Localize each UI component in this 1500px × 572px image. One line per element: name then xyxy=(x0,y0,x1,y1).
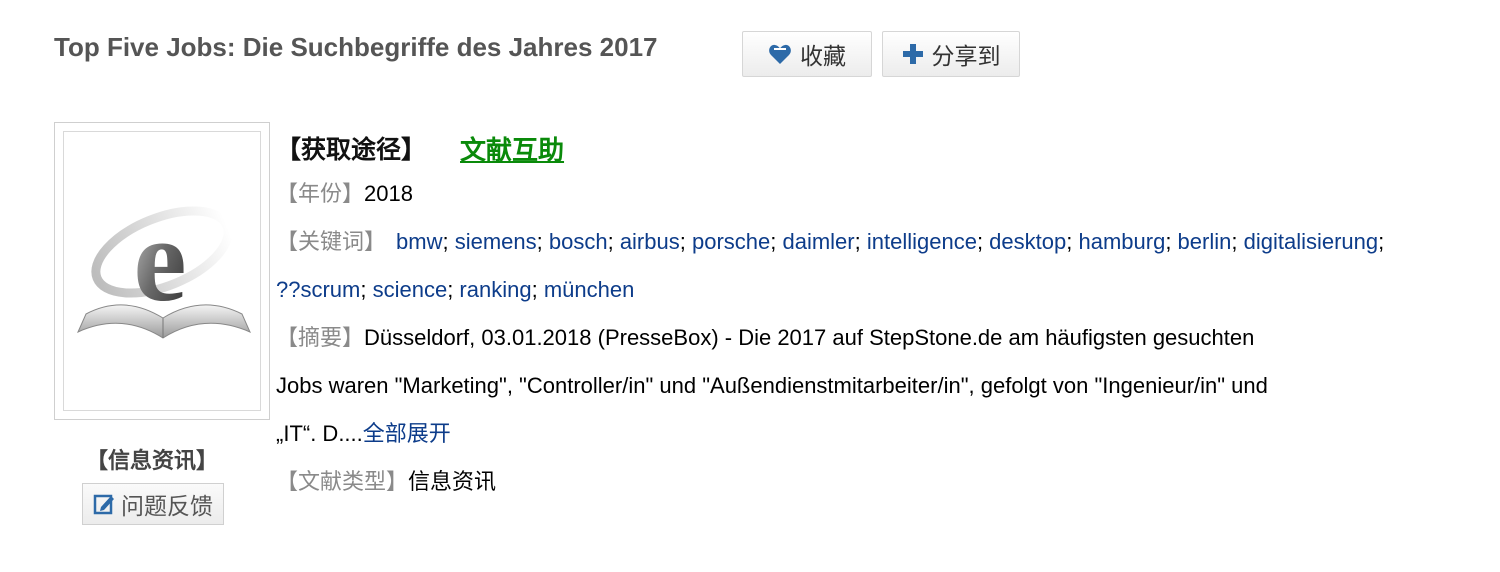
feedback-button[interactable]: 问题反馈 xyxy=(82,483,224,525)
ebook-icon: e xyxy=(77,193,251,339)
edit-icon xyxy=(93,493,115,515)
keyword-separator: ; xyxy=(1378,229,1385,254)
keyword-link[interactable]: digitalisierung xyxy=(1244,229,1379,254)
page-title: Top Five Jobs: Die Suchbegriffe des Jahr… xyxy=(54,32,658,62)
keyword-separator: ; xyxy=(442,229,455,254)
type-row: 【文献类型】信息资讯 xyxy=(276,458,1386,506)
share-label: 分享到 xyxy=(931,43,1001,69)
access-label: 【获取途径】 xyxy=(276,136,427,164)
year-value: 2018 xyxy=(364,181,413,206)
keyword-separator: ; xyxy=(770,229,783,254)
abstract-line-1: Düsseldorf, 03.01.2018 (PresseBox) - Die… xyxy=(364,325,1255,350)
category-label: 【信息资讯】 xyxy=(85,448,218,473)
share-button[interactable]: 分享到 xyxy=(882,31,1020,77)
keyword-link[interactable]: bmw xyxy=(396,229,442,254)
keyword-link[interactable]: ranking xyxy=(459,277,531,302)
keyword-separator: ; xyxy=(360,277,373,302)
keyword-link[interactable]: münchen xyxy=(544,277,635,302)
plus-icon xyxy=(902,43,924,65)
record-details: 【获取途径】 文献互助 【年份】2018 【关键词】 bmw; siemens; … xyxy=(276,126,1386,506)
type-value: 信息资讯 xyxy=(408,469,497,494)
svg-text:e: e xyxy=(133,193,186,326)
keywords-label: 【关键词】 xyxy=(276,229,387,254)
keyword-link[interactable]: hamburg xyxy=(1078,229,1165,254)
keyword-separator: ; xyxy=(976,229,990,254)
abstract-label: 【摘要】 xyxy=(276,325,365,350)
keyword-separator: ; xyxy=(607,229,620,254)
expand-link[interactable]: 全部展开 xyxy=(363,421,451,446)
keyword-link[interactable]: bosch xyxy=(549,229,608,254)
keyword-separator: ; xyxy=(531,277,544,302)
keyword-separator: ; xyxy=(1165,229,1178,254)
keyword-link[interactable]: siemens xyxy=(455,229,537,254)
favorite-label: 收藏 xyxy=(800,43,846,69)
abstract-line-3: „IT“. D.... xyxy=(276,421,363,446)
access-row: 【获取途径】 文献互助 xyxy=(276,126,1386,170)
year-row: 【年份】2018 xyxy=(276,170,1386,218)
keyword-link[interactable]: daimler xyxy=(782,229,854,254)
keyword-link[interactable]: science xyxy=(373,277,448,302)
keyword-link[interactable]: desktop xyxy=(989,229,1066,254)
keyword-separator: ; xyxy=(854,229,867,254)
keyword-link[interactable]: airbus xyxy=(620,229,680,254)
keyword-separator: ; xyxy=(536,229,549,254)
document-cover: e xyxy=(54,122,270,420)
keywords-row: 【关键词】 bmw; siemens; bosch; airbus; porsch… xyxy=(276,218,1386,314)
abstract-row: 【摘要】Düsseldorf, 03.01.2018 (PresseBox) -… xyxy=(276,314,1386,458)
keyword-separator: ; xyxy=(1231,229,1244,254)
keyword-list: bmw; siemens; bosch; airbus; porsche; da… xyxy=(276,229,1384,302)
abstract-line-2: Jobs waren "Marketing", "Controller/in" … xyxy=(276,373,1268,398)
favorite-button[interactable]: 收藏 xyxy=(742,31,872,77)
keyword-link[interactable]: ??scrum xyxy=(276,277,360,302)
type-label: 【文献类型】 xyxy=(276,469,409,494)
heart-icon xyxy=(768,43,792,65)
keyword-link[interactable]: intelligence xyxy=(867,229,977,254)
keyword-separator: ; xyxy=(1066,229,1079,254)
keyword-separator: ; xyxy=(447,277,460,302)
year-label: 【年份】 xyxy=(276,181,365,206)
feedback-label: 问题反馈 xyxy=(121,493,213,519)
keyword-separator: ; xyxy=(679,229,692,254)
keyword-link[interactable]: berlin xyxy=(1178,229,1232,254)
keyword-link[interactable]: porsche xyxy=(692,229,770,254)
access-link[interactable]: 文献互助 xyxy=(460,130,564,167)
